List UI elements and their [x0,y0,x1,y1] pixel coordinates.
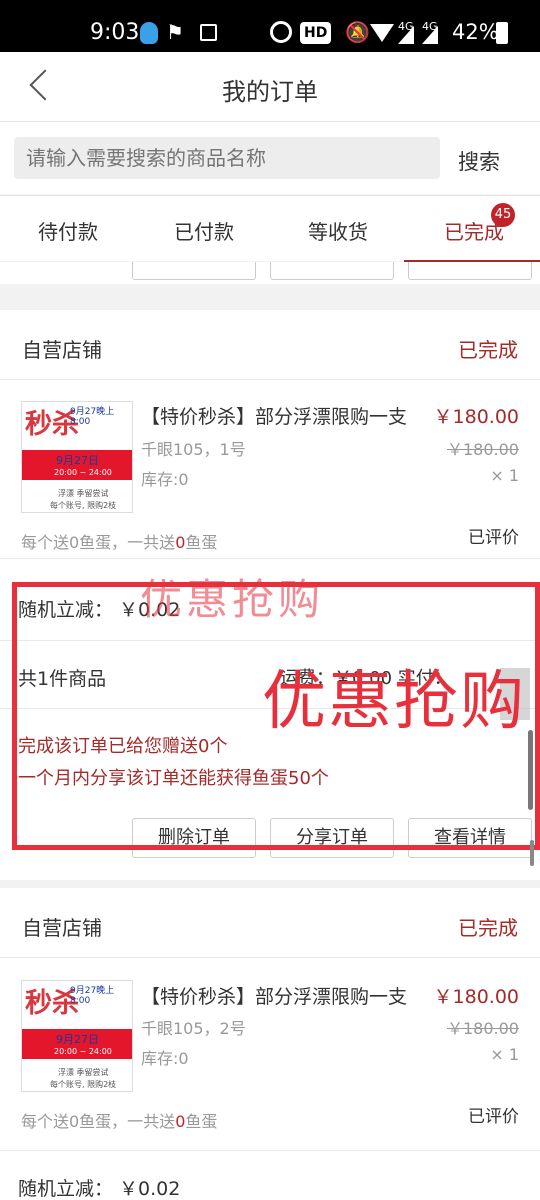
thumb-date-main: 9月27日 [56,454,99,467]
qq-icon [140,22,158,44]
app-notification-icon: ⚑ [166,20,184,44]
order-status: 已完成 [458,338,518,362]
divider [0,558,540,559]
hd-icon: HD [300,22,332,44]
status-time: 9:03 [90,20,140,45]
gift-info: 完成该订单已给您赠送0个 [18,736,228,757]
thumb-date-top: 9月27晚上8:00 [70,986,115,1006]
scrollbar[interactable] [530,840,534,866]
store-name: 自营店铺 [22,338,102,362]
product-quantity: × 1 [490,1045,519,1064]
share-order-button[interactable]: 分享订单 [270,818,394,858]
delete-order-button[interactable] [132,262,256,280]
delete-order-button[interactable]: 删除订单 [132,818,256,858]
previous-order-actions [0,262,540,284]
wifi-icon [370,24,394,42]
review-status[interactable]: 已评价 [468,523,519,548]
item-count: 共1件商品 [18,668,107,690]
product-quantity: × 1 [490,466,519,485]
search-bar: 搜索 [0,122,540,194]
product-title[interactable]: 【特价秒杀】部分浮漂限购一支 [141,982,407,1009]
network-type-2: 4G [422,20,438,33]
product-stock: 库存:0 [141,1049,189,1068]
thumb-note: 每个账号, 限购2枝 [50,501,117,510]
product-price: ￥180.00 [433,406,519,428]
search-button[interactable]: 搜索 [458,146,500,176]
view-details-button[interactable]: 查看详情 [408,818,532,858]
network-type-1: 4G [398,20,414,33]
promo-ghost-text: 优惠抢购 [140,575,325,624]
tab-pending-payment[interactable]: 待付款 [38,216,98,245]
product-spec: 千眼105，2号 [141,1019,246,1038]
tab-awaiting-delivery[interactable]: 等收货 [308,216,368,245]
thumb-note: 每个账号, 限购2枝 [50,1080,117,1089]
order-tabs: 待付款 已付款 等收货 已完成 [0,195,540,263]
bonus-info: 每个送0鱼蛋，一共送0鱼蛋 [21,1112,218,1131]
product-title[interactable]: 【特价秒杀】部分浮漂限购一支 [141,402,407,429]
divider [0,640,540,641]
divider [0,1150,540,1151]
page-header: 我的订单 [0,52,540,122]
image-icon [200,24,217,41]
product-price: ￥180.00 [433,986,519,1008]
review-status[interactable]: 已评价 [468,1102,519,1127]
view-details-button[interactable] [408,262,532,280]
store-header[interactable]: 自营店铺 已完成 [0,310,540,380]
thumb-note: 浮漂 季留尝试 [58,489,109,498]
bonus-info: 每个送0鱼蛋，一共送0鱼蛋 [21,533,218,552]
store-name: 自营店铺 [22,916,102,940]
thumb-note: 浮漂 季留尝试 [58,1068,109,1077]
page-title: 我的订单 [222,78,318,106]
order-status: 已完成 [458,916,518,940]
tab-paid[interactable]: 已付款 [174,216,234,245]
thumb-time-range: 20:00 ~ 24:00 [54,468,112,477]
share-order-button[interactable] [270,262,394,280]
thumb-date-main: 9月27日 [56,1033,99,1046]
share-reward-info: 一个月内分享该订单还能获得鱼蛋50个 [18,768,329,789]
store-header[interactable]: 自营店铺 已完成 [0,888,540,958]
battery-level: 42% [452,20,499,44]
random-discount: 随机立减： ￥0.02 [18,1178,181,1200]
battery-icon [496,22,508,44]
original-price: ￥180.00 [447,1019,519,1038]
promo-label: 优惠抢购 [262,665,526,739]
completed-count-badge: 45 [491,203,515,227]
thumb-time-range: 20:00 ~ 24:00 [54,1047,112,1056]
product-thumbnail[interactable]: 秒杀 9月27晚上8:00 9月27日 20:00 ~ 24:00 浮漂 季留尝… [21,401,133,513]
product-spec: 千眼105，1号 [141,440,246,459]
original-price: ￥180.00 [447,440,519,459]
alarm-icon [270,21,292,43]
search-input[interactable] [14,137,440,179]
scrollbar[interactable] [528,730,533,810]
order-card: 自营店铺 已完成 秒杀 9月27晚上8:00 9月27日 20:00 ~ 24:… [0,888,540,1200]
product-stock: 库存:0 [141,470,189,489]
mute-icon: 🔕 [345,20,370,44]
thumb-date-top: 9月27晚上8:00 [70,407,115,427]
product-thumbnail[interactable]: 秒杀 9月27晚上8:00 9月27日 20:00 ~ 24:00 浮漂 季留尝… [21,980,133,1092]
